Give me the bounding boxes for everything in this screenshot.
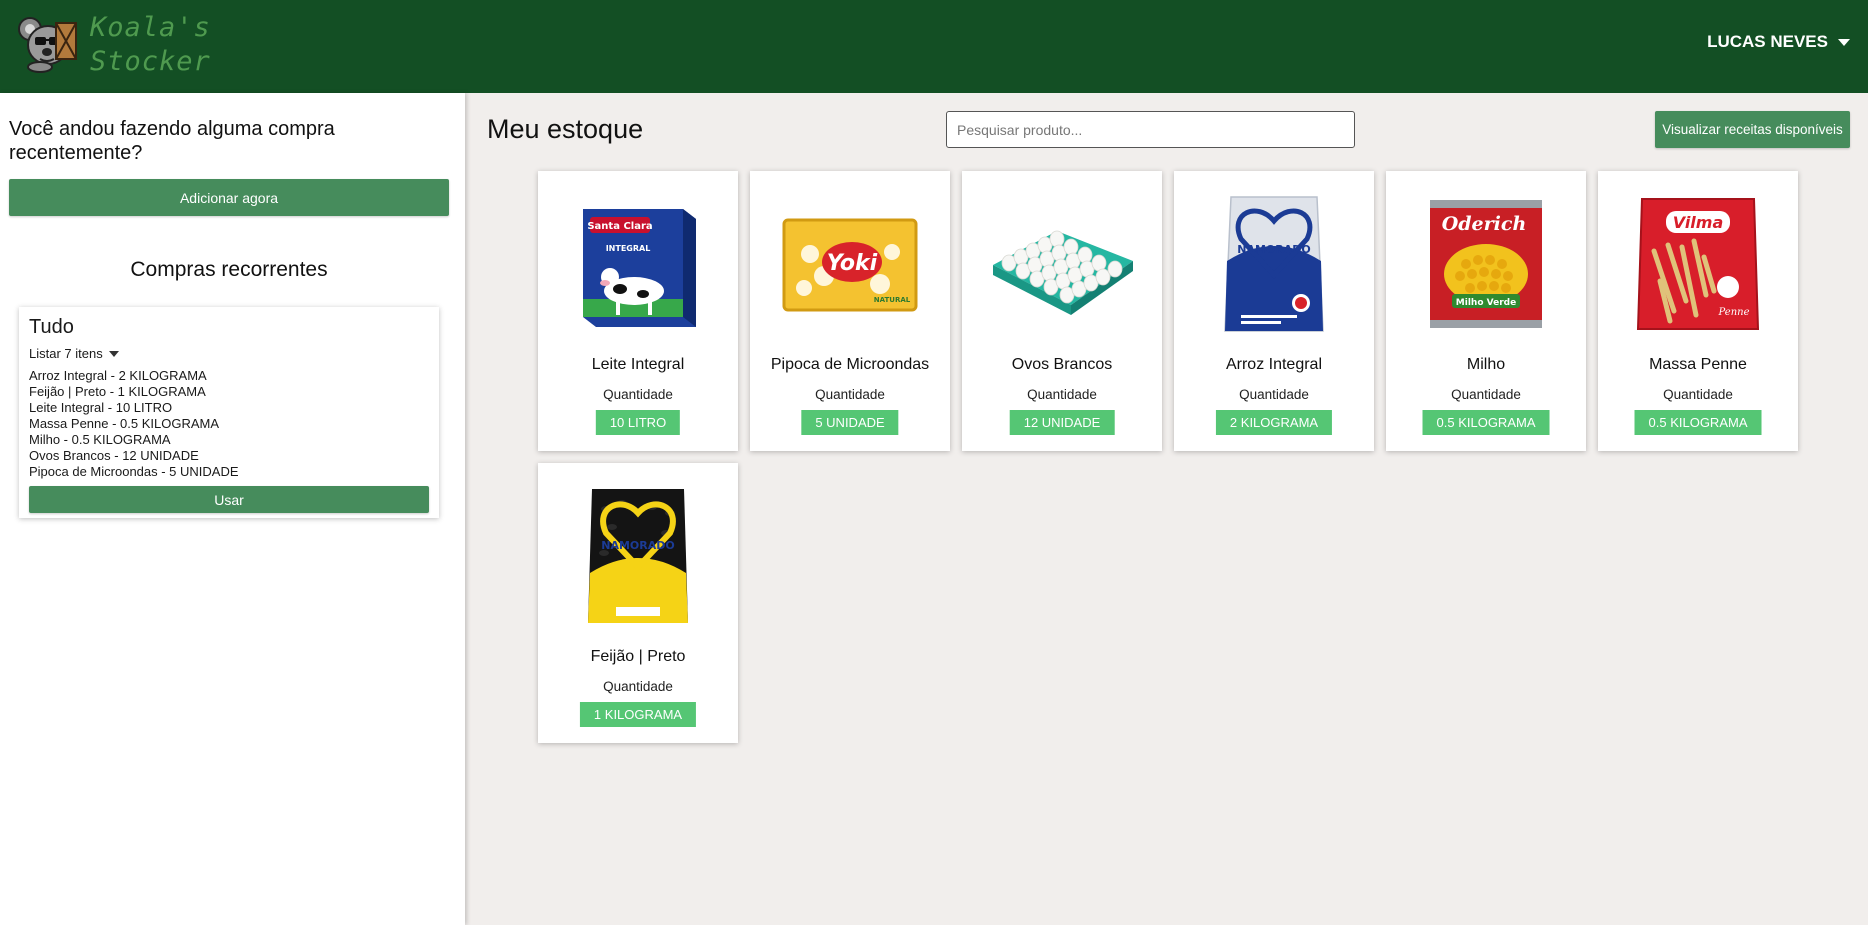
- product-card[interactable]: Yoki NATURAL Pipoca de Microondas Quanti…: [750, 171, 950, 451]
- koala-mascot-icon: [18, 17, 77, 73]
- corn-can-icon: Oderich Milho Verde: [1430, 199, 1542, 328]
- user-menu[interactable]: LUCAS NEVES: [1707, 32, 1850, 52]
- recurring-items-list: Arroz Integral - 2 KILOGRAMA Feijão | Pr…: [29, 368, 239, 480]
- package-brand: Oderich: [1442, 213, 1527, 235]
- package-label: Milho Verde: [1456, 298, 1516, 308]
- recurring-purchases-title: Compras recorrentes: [130, 258, 328, 281]
- product-name: Ovos Brancos: [1011, 356, 1113, 373]
- recurring-item: Milho - 0.5 KILOGRAMA: [29, 432, 171, 447]
- quantity-badge: 0.5 KILOGRAMA: [1634, 410, 1762, 435]
- quantity-label: Quantidade: [1451, 387, 1521, 402]
- recurring-item: Arroz Integral - 2 KILOGRAMA: [29, 368, 207, 383]
- quantity-label: Quantidade: [815, 387, 885, 402]
- recurring-item: Massa Penne - 0.5 KILOGRAMA: [29, 416, 220, 431]
- chevron-down-icon: [108, 350, 119, 357]
- product-image: NAMORADO: [563, 483, 713, 628]
- top-bar: Koala's Stocker LUCAS NEVES: [0, 0, 1868, 93]
- package-label: INTEGRAL: [606, 244, 651, 253]
- quantity-badge: 12 UNIDADE: [1009, 410, 1115, 435]
- recurring-item: Pipoca de Microondas - 5 UNIDADE: [29, 464, 239, 479]
- product-image: Santa Clara INTEGRAL: [563, 191, 713, 336]
- recurring-item: Leite Integral - 10 LITRO: [29, 400, 173, 415]
- package-brand: NAMORADO: [601, 539, 674, 552]
- product-image: Vilma Penne: [1623, 191, 1773, 336]
- product-card[interactable]: Vilma Penne Massa Penne Quantidade 0.5 K…: [1598, 171, 1798, 451]
- recent-purchase-prompt: Você andou fazendo alguma compra recente…: [9, 118, 335, 164]
- user-name: LUCAS NEVES: [1707, 32, 1828, 51]
- recurring-item: Ovos Brancos - 12 UNIDADE: [29, 448, 199, 463]
- product-name: Massa Penne: [1649, 356, 1747, 373]
- product-image: Yoki NATURAL: [775, 191, 925, 336]
- bean-bag-icon: NAMORADO: [588, 489, 688, 623]
- chevron-down-icon: [1838, 38, 1850, 46]
- egg-tray-icon: [993, 230, 1133, 315]
- product-card[interactable]: NAMORADO Arroz Integral Quantidade 2 KIL…: [1174, 171, 1374, 451]
- quantity-badge: 10 LITRO: [595, 410, 681, 435]
- use-button[interactable]: Usar: [29, 486, 429, 513]
- quantity-badge: 5 UNIDADE: [801, 410, 899, 435]
- app-logo-text: Koala's Stocker: [90, 11, 211, 79]
- quantity-label: Quantidade: [1027, 387, 1097, 402]
- product-image: [987, 191, 1137, 336]
- product-name: Milho: [1466, 356, 1506, 373]
- product-image: NAMORADO: [1199, 191, 1349, 336]
- product-name: Arroz Integral: [1225, 356, 1323, 373]
- product-card[interactable]: NAMORADO Feijão | Preto Quantidade 1 KIL…: [538, 463, 738, 743]
- product-name: Feijão | Preto: [590, 648, 686, 665]
- rice-bag-icon: NAMORADO: [1224, 196, 1324, 332]
- package-label: Penne: [1718, 307, 1750, 318]
- recurring-card-title: Tudo: [29, 316, 74, 338]
- page-title: Meu estoque: [487, 114, 644, 144]
- product-name: Leite Integral: [591, 356, 685, 373]
- view-recipes-button[interactable]: Visualizar receitas disponíveis: [1655, 111, 1850, 148]
- package-brand: Santa Clara: [587, 221, 652, 232]
- quantity-badge: 1 KILOGRAMA: [579, 702, 697, 727]
- list-items-toggle[interactable]: Listar 7 itens: [29, 346, 119, 361]
- search-input[interactable]: [946, 111, 1355, 148]
- package-brand: Yoki: [827, 251, 878, 276]
- product-name: Pipoca de Microondas: [770, 356, 930, 373]
- recurring-purchase-card: Tudo Listar 7 itens Arroz Integral - 2 K…: [19, 307, 439, 518]
- logo-line-2: Stocker: [90, 46, 211, 77]
- quantity-label: Quantidade: [1239, 387, 1309, 402]
- quantity-badge: 0.5 KILOGRAMA: [1422, 410, 1550, 435]
- logo-line-1: Koala's: [90, 12, 211, 43]
- product-card[interactable]: Santa Clara INTEGRAL Leite Integral Quan…: [538, 171, 738, 451]
- product-card[interactable]: Ovos Brancos Quantidade 12 UNIDADE: [962, 171, 1162, 451]
- recurring-item: Feijão | Preto - 1 KILOGRAMA: [29, 384, 206, 399]
- app-logo[interactable]: Koala's Stocker: [18, 11, 211, 81]
- add-now-button[interactable]: Adicionar agora: [9, 179, 449, 216]
- list-items-toggle-label: Listar 7 itens: [29, 346, 103, 361]
- popcorn-bag-icon: Yoki NATURAL: [782, 218, 918, 311]
- quantity-label: Quantidade: [603, 679, 673, 694]
- quantity-label: Quantidade: [603, 387, 673, 402]
- quantity-badge: 2 KILOGRAMA: [1215, 410, 1333, 435]
- product-image: Oderich Milho Verde: [1411, 191, 1561, 336]
- sidebar: Você andou fazendo alguma compra recente…: [0, 93, 465, 925]
- product-card[interactable]: Oderich Milho Verde Milho Quantidade 0.5…: [1386, 171, 1586, 451]
- quantity-label: Quantidade: [1663, 387, 1733, 402]
- package-brand: NAMORADO: [1237, 243, 1310, 256]
- milk-carton-icon: Santa Clara INTEGRAL: [583, 208, 696, 327]
- package-brand: Vilma: [1673, 213, 1724, 232]
- package-label: NATURAL: [874, 296, 911, 304]
- pasta-bag-icon: Vilma Penne: [1636, 198, 1760, 330]
